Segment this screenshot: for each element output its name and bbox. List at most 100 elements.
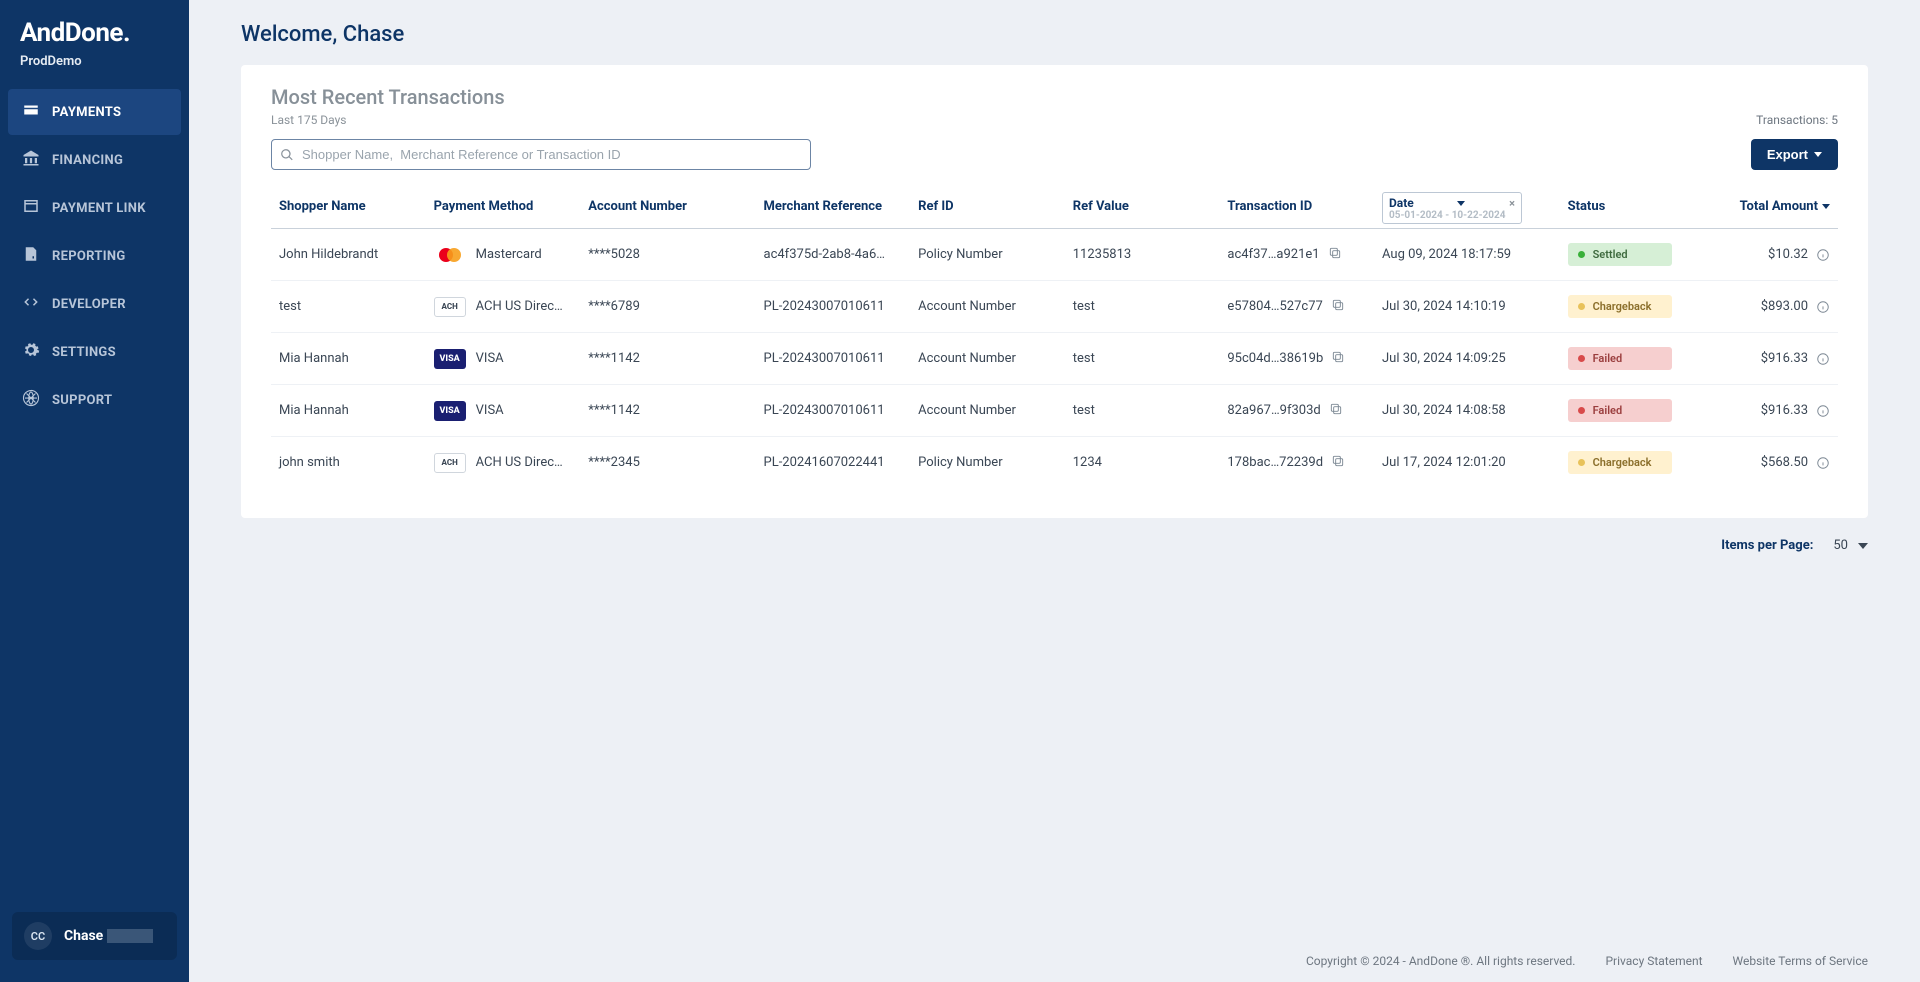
privacy-link[interactable]: Privacy Statement: [1605, 954, 1702, 968]
cell-status: Chargeback: [1560, 437, 1704, 489]
cell-merchant-ref: PL-20243007010611: [756, 333, 911, 385]
user-chip[interactable]: CC Chase: [12, 912, 177, 960]
payments-icon: [22, 101, 40, 123]
copy-icon[interactable]: [1328, 246, 1342, 264]
col-account-number[interactable]: Account Number: [580, 188, 755, 229]
pager: Items per Page: 50: [189, 518, 1920, 553]
cell-amount: $10.32: [1704, 229, 1838, 281]
card-subtitle: Last 175 Days: [271, 113, 505, 127]
cell-date: Jul 30, 2024 14:08:58: [1374, 385, 1560, 437]
terms-link[interactable]: Website Terms of Service: [1733, 954, 1868, 968]
info-icon[interactable]: [1810, 403, 1830, 418]
cell-account: ****2345: [580, 437, 755, 489]
nav-label: PAYMENTS: [52, 105, 121, 120]
cell-status: Chargeback: [1560, 281, 1704, 333]
bank-icon: [22, 149, 40, 171]
cell-amount: $568.50: [1704, 437, 1838, 489]
copy-icon[interactable]: [1331, 298, 1345, 316]
report-icon: [22, 245, 40, 267]
col-status[interactable]: Status: [1560, 188, 1704, 229]
info-icon[interactable]: [1810, 351, 1830, 366]
nav-list: PAYMENTS FINANCING PAYMENT LINK REPORTING DE…: [0, 87, 189, 425]
info-icon[interactable]: [1810, 247, 1830, 262]
date-filter-label: Date: [1389, 196, 1414, 210]
sidebar-item-developer[interactable]: DEVELOPER: [8, 281, 181, 327]
col-ref-value[interactable]: Ref Value: [1065, 188, 1220, 229]
sidebar-item-support[interactable]: SUPPORT: [8, 377, 181, 423]
cell-shopper: Mia Hannah: [271, 385, 426, 437]
cell-shopper: john smith: [271, 437, 426, 489]
main: Welcome, Chase Most Recent Transactions …: [189, 0, 1920, 982]
copy-icon[interactable]: [1329, 402, 1343, 420]
code-icon: [22, 293, 40, 315]
sidebar-item-payment-link[interactable]: PAYMENT LINK: [8, 185, 181, 231]
visa-icon: VISA: [434, 401, 466, 421]
cell-account: ****6789: [580, 281, 755, 333]
nav-label: REPORTING: [52, 249, 126, 264]
cell-txid: 178bac…72239d: [1219, 437, 1374, 489]
cell-amount: $916.33: [1704, 385, 1838, 437]
copy-icon[interactable]: [1331, 350, 1345, 368]
pager-label: Items per Page:: [1721, 538, 1813, 553]
table-row[interactable]: John HildebrandtMastercard****5028ac4f37…: [271, 229, 1838, 281]
cell-payment-method: VISAVISA: [426, 385, 581, 437]
cell-ref-value: test: [1065, 333, 1220, 385]
visa-icon: VISA: [434, 349, 466, 369]
col-merchant-reference[interactable]: Merchant Reference: [756, 188, 911, 229]
table-row[interactable]: john smithACHACH US Direc…****2345PL-202…: [271, 437, 1838, 489]
sidebar-item-reporting[interactable]: REPORTING: [8, 233, 181, 279]
nav-label: SETTINGS: [52, 345, 116, 360]
brand-logo: AndDone.: [0, 14, 189, 54]
copy-icon[interactable]: [1331, 454, 1345, 472]
export-button[interactable]: Export: [1751, 139, 1838, 170]
env-tag: ProdDemo: [0, 54, 189, 87]
cell-txid: 82a967…9f303d: [1219, 385, 1374, 437]
cell-ref-id: Account Number: [910, 281, 1065, 333]
search-icon: [280, 148, 294, 162]
col-ref-id[interactable]: Ref ID: [910, 188, 1065, 229]
cell-amount: $893.00: [1704, 281, 1838, 333]
cell-account: ****1142: [580, 333, 755, 385]
transactions-card: Most Recent Transactions Last 175 Days T…: [241, 65, 1868, 518]
copyright: Copyright © 2024 - AndDone ®. All rights…: [1306, 954, 1576, 968]
nav-label: SUPPORT: [52, 393, 112, 408]
sidebar-item-financing[interactable]: FINANCING: [8, 137, 181, 183]
cell-amount: $916.33: [1704, 333, 1838, 385]
info-icon[interactable]: [1810, 299, 1830, 314]
cell-status: Failed: [1560, 333, 1704, 385]
info-icon[interactable]: [1810, 455, 1830, 470]
col-shopper[interactable]: Shopper Name: [271, 188, 426, 229]
sidebar-item-settings[interactable]: SETTINGS: [8, 329, 181, 375]
close-icon[interactable]: ×: [1509, 197, 1515, 210]
date-filter[interactable]: Date × 05-01-2024 - 10-22-2024: [1382, 192, 1522, 224]
sidebar-item-payments[interactable]: PAYMENTS: [8, 89, 181, 135]
col-payment-method[interactable]: Payment Method: [426, 188, 581, 229]
cell-txid: ac4f37…a921e1: [1219, 229, 1374, 281]
table-row[interactable]: Mia HannahVISAVISA****1142PL-20243007010…: [271, 385, 1838, 437]
transactions-table: Shopper Name Payment Method Account Numb…: [271, 188, 1838, 488]
cell-date: Aug 09, 2024 18:17:59: [1374, 229, 1560, 281]
status-badge: Chargeback: [1568, 295, 1672, 318]
table-row[interactable]: Mia HannahVISAVISA****1142PL-20243007010…: [271, 333, 1838, 385]
col-total[interactable]: Total Amount: [1704, 188, 1838, 229]
cell-ref-id: Account Number: [910, 385, 1065, 437]
col-transaction-id[interactable]: Transaction ID: [1219, 188, 1374, 229]
cell-status: Failed: [1560, 385, 1704, 437]
table-row[interactable]: testACHACH US Direc…****6789PL-202430070…: [271, 281, 1838, 333]
search-input[interactable]: [271, 139, 811, 170]
footer: Copyright © 2024 - AndDone ®. All rights…: [189, 940, 1920, 982]
col-date[interactable]: Date × 05-01-2024 - 10-22-2024: [1374, 188, 1560, 229]
nav-label: PAYMENT LINK: [52, 201, 146, 216]
sidebar: AndDone. ProdDemo PAYMENTSFINANCINGPAYME…: [0, 0, 189, 982]
cell-txid: 95c04d…38619b: [1219, 333, 1374, 385]
cell-ref-value: test: [1065, 281, 1220, 333]
cell-ref-value: 11235813: [1065, 229, 1220, 281]
chevron-down-icon: [1457, 201, 1465, 206]
cell-date: Jul 30, 2024 14:10:19: [1374, 281, 1560, 333]
card-title: Most Recent Transactions: [271, 85, 505, 109]
pager-value[interactable]: 50: [1833, 538, 1868, 553]
cell-account: ****1142: [580, 385, 755, 437]
page-title: Welcome, Chase: [189, 0, 1920, 65]
cell-payment-method: ACHACH US Direc…: [426, 281, 581, 333]
cell-ref-id: Policy Number: [910, 437, 1065, 489]
